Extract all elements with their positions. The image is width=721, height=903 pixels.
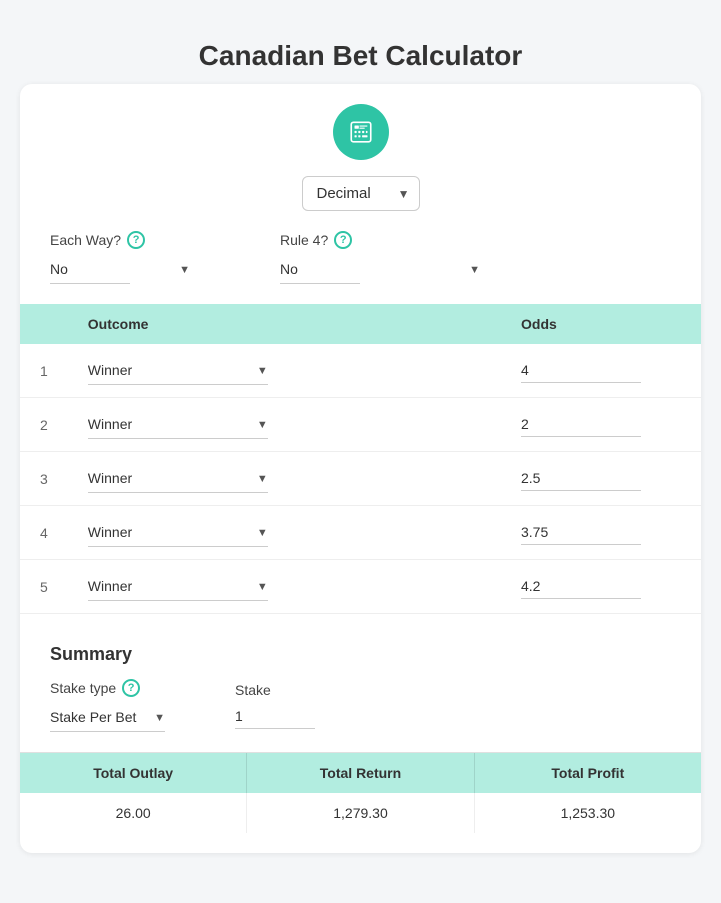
stake-label: Stake: [235, 682, 271, 698]
odds-input[interactable]: [521, 358, 641, 383]
total-profit-header: Total Profit: [475, 753, 701, 793]
table-row: 5 WinnerLoserEach Way WinnerPlacedNon Run…: [20, 560, 701, 614]
row-outcome-cell: WinnerLoserEach Way WinnerPlacedNon Runn…: [68, 560, 501, 614]
row-outcome-cell: WinnerLoserEach Way WinnerPlacedNon Runn…: [68, 398, 501, 452]
calculator-icon-area: [20, 84, 701, 160]
stake-type-label: Stake type: [50, 680, 116, 696]
table-row: 1 WinnerLoserEach Way WinnerPlacedNon Run…: [20, 344, 701, 398]
results-data-row: 26.00 1,279.30 1,253.30: [20, 793, 701, 833]
odds-type-select[interactable]: Decimal Fractional American: [302, 176, 420, 211]
rule4-select[interactable]: No Yes: [280, 255, 360, 284]
row-outcome-cell: WinnerLoserEach Way WinnerPlacedNon Runn…: [68, 344, 501, 398]
outcome-select-wrapper: WinnerLoserEach Way WinnerPlacedNon Runn…: [88, 464, 268, 493]
each-way-select-wrapper: No Yes ▼: [50, 255, 190, 284]
stake-type-select[interactable]: Stake Per Bet Total Stake: [50, 703, 165, 732]
results-header-row: Total Outlay Total Return Total Profit: [20, 753, 701, 793]
total-profit-value: 1,253.30: [475, 793, 701, 833]
rule4-help-icon[interactable]: ?: [334, 231, 352, 249]
summary-section: Summary Stake type ? Stake Per Bet Total…: [20, 634, 701, 752]
stake-type-help-icon[interactable]: ?: [122, 679, 140, 697]
summary-title: Summary: [50, 644, 671, 665]
outcome-select-wrapper: WinnerLoserEach Way WinnerPlacedNon Runn…: [88, 410, 268, 439]
row-number: 4: [20, 506, 68, 560]
summary-row: Stake type ? Stake Per Bet Total Stake ▼…: [50, 679, 671, 732]
options-row: Each Way? ? No Yes ▼ Rule 4? ?: [20, 231, 701, 284]
row-number: 1: [20, 344, 68, 398]
bet-table: Outcome Odds 1 WinnerLoserEach Way Winner…: [20, 304, 701, 614]
table-row: 3 WinnerLoserEach Way WinnerPlacedNon Run…: [20, 452, 701, 506]
outcome-select[interactable]: WinnerLoserEach Way WinnerPlacedNon Runn…: [88, 356, 268, 385]
odds-input[interactable]: [521, 574, 641, 599]
total-outlay-value: 26.00: [20, 793, 247, 833]
odds-input[interactable]: [521, 412, 641, 437]
calculator-icon: [333, 104, 389, 160]
row-odds-cell: [501, 452, 701, 506]
row-odds-cell: [501, 344, 701, 398]
each-way-help-icon[interactable]: ?: [127, 231, 145, 249]
outcome-select[interactable]: WinnerLoserEach Way WinnerPlacedNon Runn…: [88, 464, 268, 493]
total-return-value: 1,279.30: [247, 793, 474, 833]
rule4-select-wrapper: No Yes ▼: [280, 255, 480, 284]
odds-input[interactable]: [521, 520, 641, 545]
odds-header: Odds: [501, 304, 701, 344]
total-outlay-header: Total Outlay: [20, 753, 247, 793]
outcome-select-wrapper: WinnerLoserEach Way WinnerPlacedNon Runn…: [88, 572, 268, 601]
odds-input[interactable]: [521, 466, 641, 491]
total-return-header: Total Return: [247, 753, 474, 793]
odds-type-row: Decimal Fractional American ▼: [20, 176, 701, 211]
stake-input[interactable]: [235, 704, 315, 729]
results-table-wrapper: Total Outlay Total Return Total Profit 2…: [20, 752, 701, 833]
row-odds-cell: [501, 398, 701, 452]
outcome-select[interactable]: WinnerLoserEach Way WinnerPlacedNon Runn…: [88, 518, 268, 547]
row-outcome-cell: WinnerLoserEach Way WinnerPlacedNon Runn…: [68, 506, 501, 560]
row-odds-cell: [501, 560, 701, 614]
rule4-arrow-icon: ▼: [469, 264, 480, 276]
each-way-arrow-icon: ▼: [179, 264, 190, 276]
row-outcome-cell: WinnerLoserEach Way WinnerPlacedNon Runn…: [68, 452, 501, 506]
table-row: 4 WinnerLoserEach Way WinnerPlacedNon Run…: [20, 506, 701, 560]
each-way-label: Each Way?: [50, 232, 121, 248]
table-row: 2 WinnerLoserEach Way WinnerPlacedNon Run…: [20, 398, 701, 452]
page-title: Canadian Bet Calculator: [20, 30, 701, 82]
row-number: 3: [20, 452, 68, 506]
each-way-select[interactable]: No Yes: [50, 255, 130, 284]
rule4-group: Rule 4? ? No Yes ▼: [280, 231, 480, 284]
table-header-row: Outcome Odds: [20, 304, 701, 344]
odds-type-select-wrapper: Decimal Fractional American ▼: [302, 176, 420, 211]
row-odds-cell: [501, 506, 701, 560]
row-number: 5: [20, 560, 68, 614]
row-number: 2: [20, 398, 68, 452]
stake-field: Stake: [235, 682, 315, 729]
outcome-header: Outcome: [68, 304, 501, 344]
stake-type-select-wrapper: Stake Per Bet Total Stake ▼: [50, 703, 165, 732]
outcome-select[interactable]: WinnerLoserEach Way WinnerPlacedNon Runn…: [88, 572, 268, 601]
rule4-label: Rule 4?: [280, 232, 328, 248]
stake-type-field: Stake type ? Stake Per Bet Total Stake ▼: [50, 679, 165, 732]
outcome-select-wrapper: WinnerLoserEach Way WinnerPlacedNon Runn…: [88, 356, 268, 385]
num-header: [20, 304, 68, 344]
outcome-select[interactable]: WinnerLoserEach Way WinnerPlacedNon Runn…: [88, 410, 268, 439]
calculator-card: Decimal Fractional American ▼ Each Way? …: [20, 84, 701, 853]
outcome-select-wrapper: WinnerLoserEach Way WinnerPlacedNon Runn…: [88, 518, 268, 547]
each-way-group: Each Way? ? No Yes ▼: [50, 231, 190, 284]
bet-table-body: 1 WinnerLoserEach Way WinnerPlacedNon Run…: [20, 344, 701, 614]
